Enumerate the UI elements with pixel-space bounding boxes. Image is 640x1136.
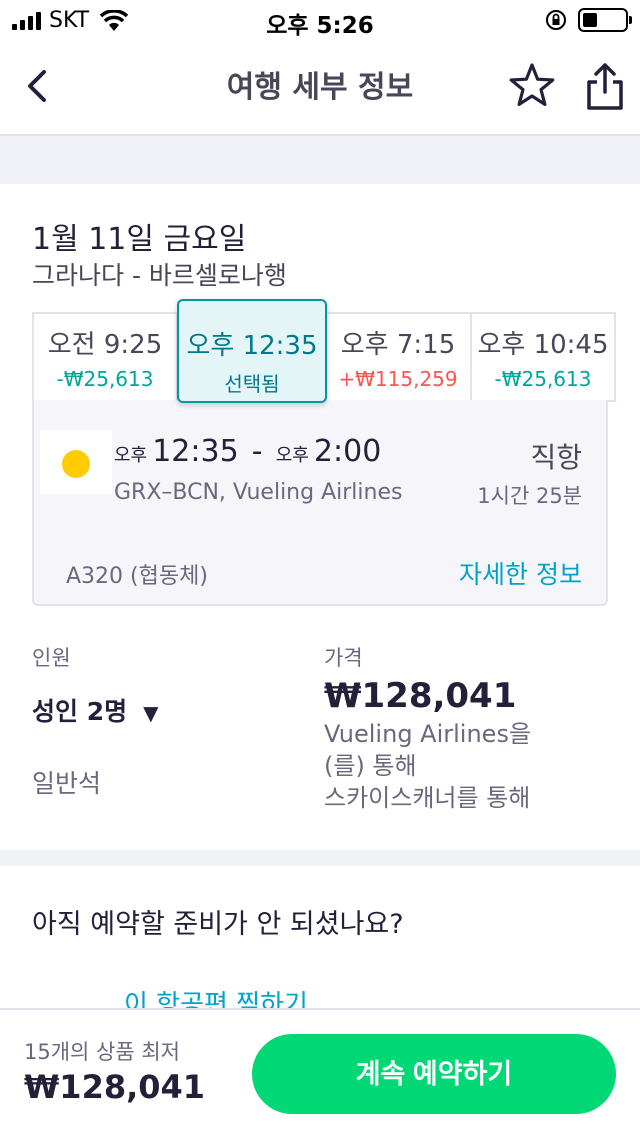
aircraft-type: A320 (협동체) bbox=[66, 564, 208, 589]
details-link[interactable]: 자세한 정보 bbox=[459, 555, 582, 591]
time-option-time: 오전 9:25 bbox=[47, 330, 163, 360]
continue-booking-button[interactable]: 계속 예약하기 bbox=[252, 1034, 616, 1114]
trip-route: 그라나다 - 바르셀로나행 bbox=[32, 261, 287, 290]
time-option-0715[interactable]: 오후 7:15 +₩115,259 bbox=[326, 314, 472, 400]
airline-logo-dot bbox=[62, 450, 90, 478]
time-separator: - bbox=[251, 434, 263, 469]
time-option-selected[interactable]: 오후 12:35 선택됨 bbox=[177, 299, 327, 403]
time-option-diff: -₩25,613 bbox=[494, 367, 592, 391]
time-option-time: 오후 12:35 bbox=[186, 331, 318, 361]
time-option-time: 오후 10:45 bbox=[477, 330, 609, 360]
airline-logo bbox=[40, 430, 112, 494]
flight-stops: 직항 bbox=[530, 441, 582, 474]
time-option-diff: -₩25,613 bbox=[56, 367, 154, 391]
trip-date: 1월 11일 금요일 bbox=[32, 222, 247, 257]
cheapest-price: ₩128,041 bbox=[24, 1068, 206, 1106]
time-option-selected-label: 선택됨 bbox=[224, 372, 280, 396]
orientation-lock-icon bbox=[546, 10, 566, 30]
arrive-ampm: 오후 bbox=[275, 445, 309, 466]
price-note-line2: (를) 통해 bbox=[324, 752, 417, 780]
time-option-time: 오후 7:15 bbox=[340, 330, 456, 360]
share-icon[interactable] bbox=[582, 60, 628, 112]
caret-down-icon: ▼ bbox=[143, 701, 159, 725]
not-ready-title: 아직 예약할 준비가 안 되셨나요? bbox=[32, 909, 404, 940]
status-right bbox=[544, 8, 632, 32]
time-option-0925[interactable]: 오전 9:25 -₩25,613 bbox=[34, 314, 178, 400]
battery-icon bbox=[578, 8, 632, 32]
price-note-line3: 스카이스캐너를 통해 bbox=[324, 784, 531, 812]
status-bar: SKT 오후 5:26 bbox=[0, 0, 640, 40]
cheapest-label: 15개의 상품 최저 bbox=[24, 1040, 180, 1064]
time-option-diff: +₩115,259 bbox=[338, 367, 458, 391]
price-note-line1: Vueling Airlines을 bbox=[324, 720, 532, 748]
flight-duration: 1시간 25분 bbox=[477, 484, 582, 508]
cabin-class: 일반석 bbox=[32, 769, 102, 798]
depart-ampm: 오후 bbox=[114, 445, 148, 466]
passengers-value: 성인 2명 bbox=[32, 697, 128, 726]
star-icon[interactable] bbox=[506, 60, 558, 112]
flight-details: 오후 12:35 - 오후 2:00 GRX–BCN, Vueling Airl… bbox=[32, 400, 608, 606]
flight-route-airline: GRX–BCN, Vueling Airlines bbox=[114, 480, 403, 505]
passengers-label: 인원 bbox=[32, 646, 71, 670]
depart-time: 12:35 bbox=[152, 434, 239, 469]
time-option-1045[interactable]: 오후 10:45 -₩25,613 bbox=[472, 314, 614, 400]
price-note: Vueling Airlines을 (를) 통해 스카이스캐너를 통해 bbox=[324, 718, 614, 814]
trip-details-card: 1월 11일 금요일 그라나다 - 바르셀로나행 오전 9:25 -₩25,61… bbox=[0, 184, 640, 850]
nav-bar: 여행 세부 정보 bbox=[0, 40, 640, 136]
arrive-time: 2:00 bbox=[313, 434, 382, 469]
flight-times: 오후 12:35 - 오후 2:00 bbox=[114, 434, 381, 469]
price-label: 가격 bbox=[324, 646, 363, 670]
bottom-bar: 15개의 상품 최저 ₩128,041 계속 예약하기 bbox=[0, 1008, 640, 1136]
price-value: ₩128,041 bbox=[324, 676, 517, 716]
passengers-select[interactable]: 성인 2명 ▼ bbox=[32, 692, 159, 728]
